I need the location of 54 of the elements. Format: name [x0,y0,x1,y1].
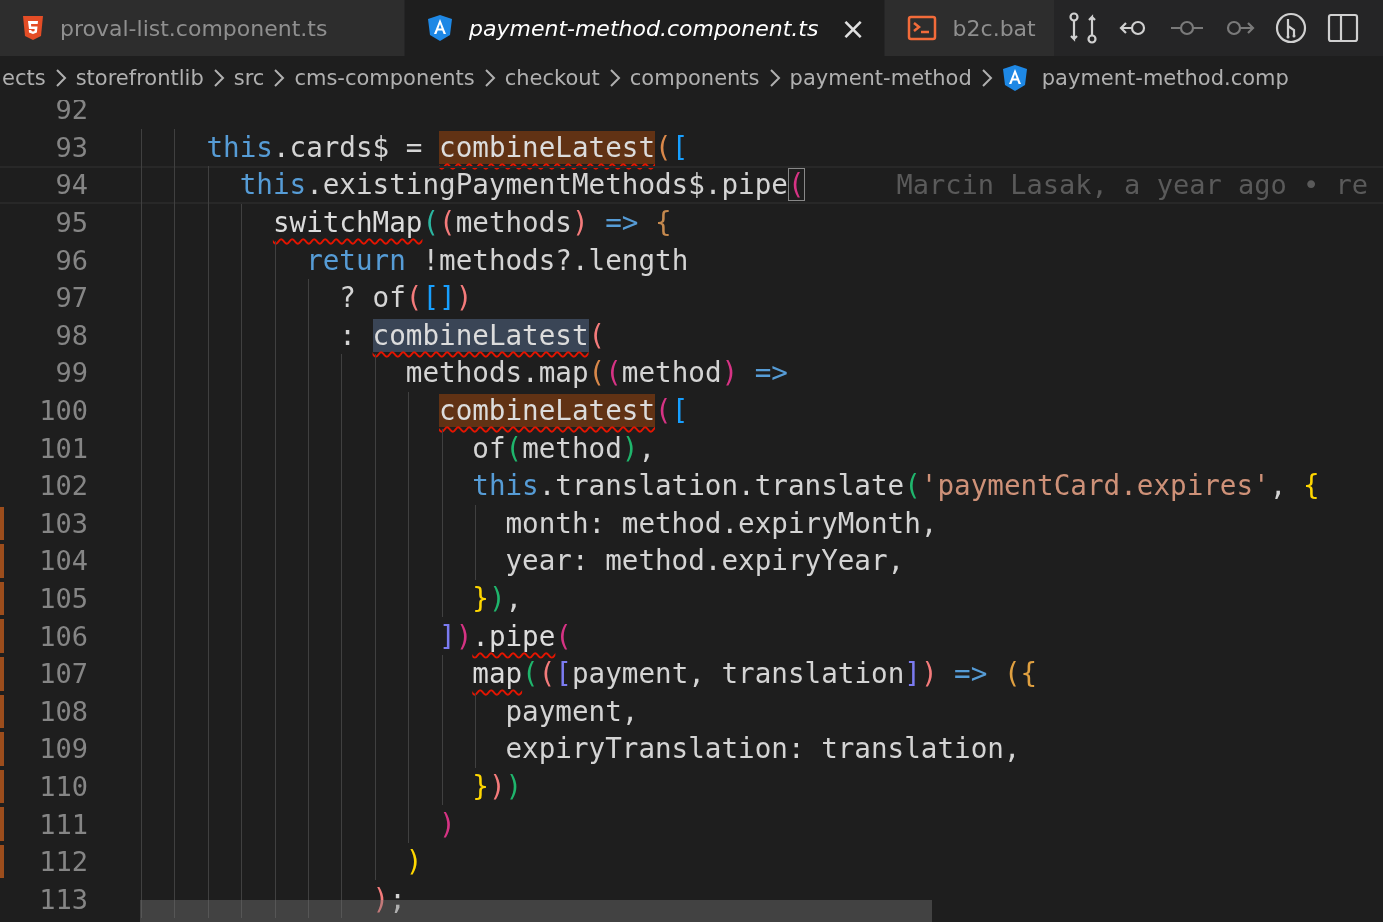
code-line: of(method), [471,431,656,465]
code-line: return !methods?.length [305,243,689,277]
code-line: })) [471,770,523,803]
breadcrumb[interactable]: ects [2,66,46,90]
line-number: 109 [39,733,88,765]
code-line: map(([payment, translation]) => ({ [471,657,1038,691]
code-line: month: method.expiryMonth, [504,506,938,540]
breadcrumb[interactable]: components [629,66,760,90]
line-number: 94 [55,169,88,201]
line-number: 101 [39,432,88,464]
line-number: 108 [39,695,88,727]
breadcrumb[interactable]: cms-components [294,66,475,90]
close-icon[interactable]: × [840,10,866,46]
line-number: 97 [55,282,88,314]
line-number: 100 [39,395,88,427]
breadcrumb[interactable]: payment-method [789,66,972,90]
code-line: this.cards$ = combineLatest([ [205,130,689,164]
line-number: 98 [55,319,88,351]
line-number: 104 [39,545,88,577]
line-number: 96 [55,244,88,276]
line-number: 102 [39,470,88,502]
breadcrumb[interactable]: src [233,66,265,90]
blame-annotation: Marcin Lasak, a year ago • re [896,169,1368,201]
line-number: 105 [39,583,88,614]
editor-tab[interactable]: payment-method.component.ts × [405,0,885,56]
code-line: methods.map((method) => [404,356,788,390]
code-line: }), [471,582,523,615]
code-line: ); [371,882,406,916]
breadcrumb[interactable]: payment-method.comp [1041,66,1289,90]
line-number: 111 [39,808,88,840]
line-number: 103 [39,507,88,539]
line-number: 92 [55,100,88,126]
code-line: ) [438,807,456,841]
code-line: payment, [504,694,639,728]
line-number: 110 [39,771,88,802]
code-line: this.existingPaymentMethods$.pipe( [238,168,805,202]
breadcrumb[interactable]: storefrontlib [75,66,204,90]
code-line: this.translation.translate('paymentCard.expires', { [471,469,1320,503]
code-line: switchMap((methods) => { [271,206,672,240]
breadcrumb[interactable]: checkout [504,66,600,90]
line-number: 93 [55,131,88,163]
code-line: year: method.expiryYear, [504,544,905,578]
code-line: expiryTranslation: translation, [504,732,1021,766]
line-number: 106 [39,620,88,652]
line-number: 95 [55,207,88,239]
line-number: 112 [39,846,88,878]
line-number: 113 [39,883,88,915]
line-number: 99 [55,357,88,389]
code-line: ) [404,845,423,879]
editor-tab[interactable]: proval-list.component.ts [0,0,405,56]
code-line: ]).pipe( [438,619,572,653]
code-line: ? of([]) [338,281,473,315]
line-number: 107 [39,658,88,690]
editor-tab[interactable]: b2c.bat [884,0,1055,56]
